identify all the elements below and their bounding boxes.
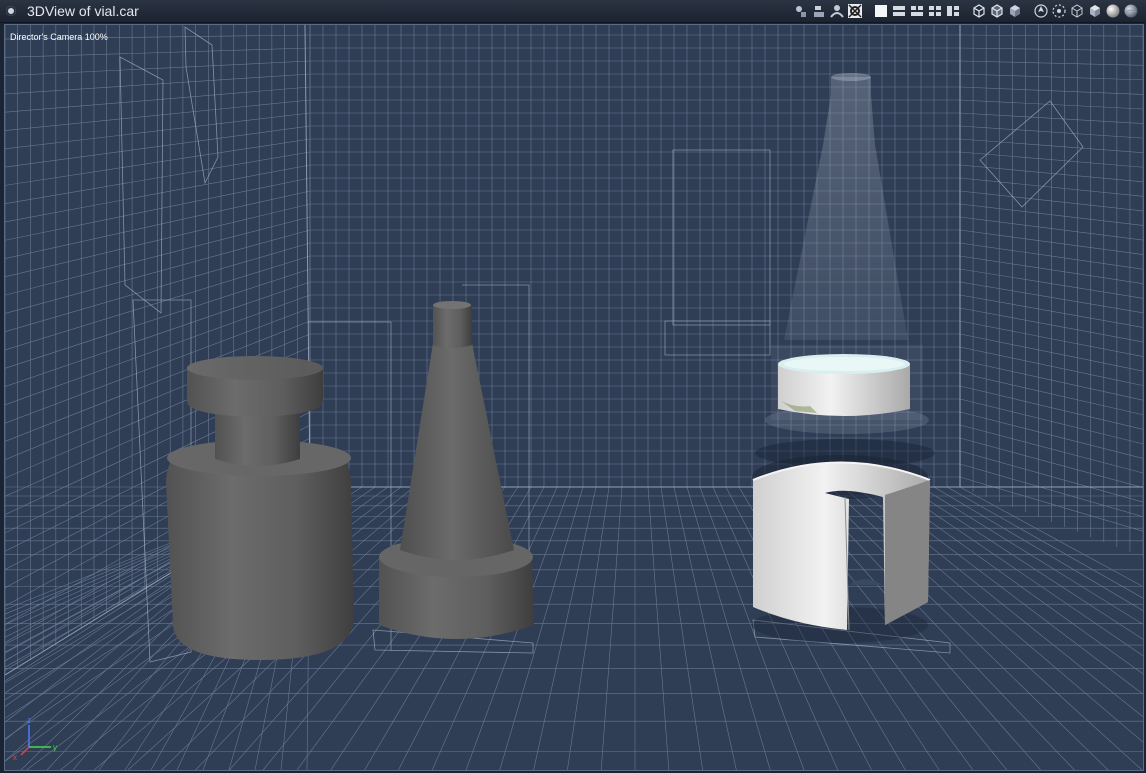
white-sleeve <box>752 461 931 631</box>
scene-render[interactable]: z y x <box>5 25 1143 770</box>
layout-2h-icon[interactable] <box>890 2 908 20</box>
grid-line <box>567 486 610 770</box>
sphere-textured-icon[interactable] <box>1122 2 1140 20</box>
grid-line <box>907 486 1143 640</box>
cube-solid-icon[interactable] <box>1086 2 1104 20</box>
light-tool-icon[interactable] <box>792 2 810 20</box>
figure-tool-icon[interactable] <box>828 2 846 20</box>
camera-tool-icon[interactable] <box>810 2 828 20</box>
white-disk <box>778 354 910 416</box>
layout-single-icon[interactable] <box>872 2 890 20</box>
box-shaded-icon[interactable] <box>1006 2 1024 20</box>
sphere-smooth-icon[interactable] <box>1104 2 1122 20</box>
grid-line <box>660 486 703 770</box>
window-title: 3DView of vial.car <box>27 3 139 19</box>
orbit-icon[interactable] <box>1050 2 1068 20</box>
axis-x-label: x <box>13 753 17 762</box>
grid-line <box>600 486 623 770</box>
axis-y-label: y <box>53 743 57 752</box>
axis-z-label: z <box>27 716 31 725</box>
grey-cone-vial <box>379 301 534 639</box>
target-tool-icon[interactable] <box>846 2 864 20</box>
axis-gizmo: z y x <box>13 716 57 762</box>
layout-custom-icon[interactable] <box>944 2 962 20</box>
grid-line <box>647 486 670 770</box>
window-menu-icon[interactable] <box>6 6 16 16</box>
grid-line <box>894 486 1143 657</box>
grey-bottle <box>166 356 354 660</box>
cube-wire-icon[interactable] <box>1068 2 1086 20</box>
grid-line <box>959 486 1143 587</box>
layout-3-icon[interactable] <box>908 2 926 20</box>
box-wire-icon[interactable] <box>970 2 988 20</box>
grid-line <box>920 486 1143 625</box>
grid-line <box>533 486 597 770</box>
box-hidden-icon[interactable] <box>988 2 1006 20</box>
view-toolbar <box>792 2 1140 20</box>
room-grid <box>5 25 1143 770</box>
camera-label[interactable]: Director's Camera 100% <box>10 32 108 42</box>
3d-viewport[interactable]: z y x Director's Camera 100% <box>4 24 1144 771</box>
layout-4-icon[interactable] <box>926 2 944 20</box>
title-bar: 3DView of vial.car <box>0 0 1146 23</box>
grid-line <box>946 486 1143 599</box>
grid-line <box>673 486 737 770</box>
navigate-icon[interactable] <box>1032 2 1050 20</box>
